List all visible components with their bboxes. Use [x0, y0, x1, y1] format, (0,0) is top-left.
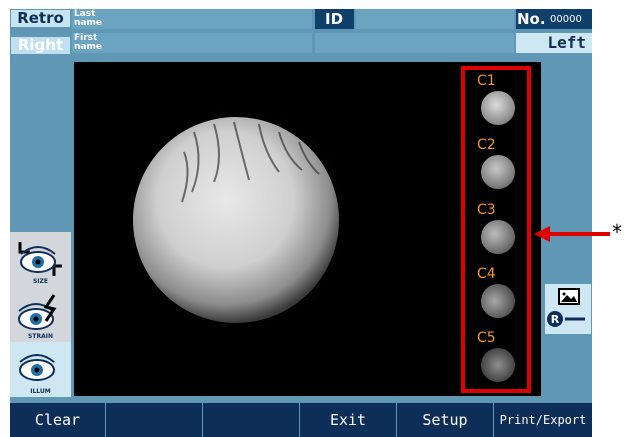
- last-name-field[interactable]: [72, 9, 312, 29]
- bottom-toolbar: Clear Exit Setup Print/Export: [10, 403, 592, 437]
- toolbar-blank-button-2[interactable]: [203, 403, 300, 437]
- captured-images-panel: C1 C2 C3 C4 C5: [461, 66, 531, 393]
- thumbnail-label-c2: C2: [477, 137, 496, 153]
- app-screen: Retro Last name ID No. 00000 Right First…: [10, 9, 592, 437]
- clear-button[interactable]: Clear: [10, 403, 106, 437]
- right-image-button[interactable]: R: [545, 284, 591, 334]
- id-label-box: ID: [315, 9, 354, 29]
- setup-button[interactable]: Setup: [397, 403, 494, 437]
- toolbar-blank-button-1[interactable]: [106, 403, 203, 437]
- right-eye-button[interactable]: Right: [11, 37, 70, 54]
- exit-button[interactable]: Exit: [300, 403, 397, 437]
- image-r-icon: R: [547, 288, 585, 327]
- number-value: 00000: [550, 14, 582, 25]
- illum-tool-button[interactable]: ILLUM: [10, 342, 71, 397]
- strain-tool-button[interactable]: STRAIN: [10, 287, 71, 342]
- first-name-field[interactable]: [72, 33, 312, 53]
- header-blank-field: [315, 33, 514, 53]
- last-name-label: Last name: [74, 9, 102, 28]
- thumbnail-label-c3: C3: [477, 202, 496, 218]
- retro-mode-button[interactable]: Retro: [11, 10, 70, 27]
- size-tool-button[interactable]: SIZE: [10, 232, 71, 287]
- id-label: ID: [325, 10, 344, 28]
- thumbnail-c5[interactable]: [481, 348, 515, 382]
- id-field[interactable]: [356, 9, 514, 29]
- illum-tool-label: ILLUM: [30, 388, 51, 395]
- annotation-marker: *: [612, 220, 622, 244]
- strain-tool-label: STRAIN: [28, 333, 53, 340]
- tool-panel: SIZE STRAIN ILLUM: [10, 232, 71, 397]
- print-export-button[interactable]: Print/Export: [494, 403, 592, 437]
- first-name-label: First name: [74, 33, 102, 52]
- number-box: No. 00000: [516, 9, 592, 29]
- thumbnail-label-c5: C5: [477, 330, 496, 346]
- left-eye-button[interactable]: Left: [516, 33, 592, 53]
- thumbnail-c1[interactable]: [481, 91, 515, 125]
- svg-text:R: R: [551, 313, 560, 326]
- thumbnail-label-c4: C4: [477, 266, 496, 282]
- thumbnail-label-c1: C1: [477, 73, 496, 89]
- number-label: No.: [517, 10, 546, 28]
- size-tool-label: SIZE: [32, 278, 48, 285]
- thumbnail-c2[interactable]: [481, 155, 515, 189]
- thumbnail-c4[interactable]: [481, 284, 515, 318]
- thumbnail-c3[interactable]: [481, 220, 515, 254]
